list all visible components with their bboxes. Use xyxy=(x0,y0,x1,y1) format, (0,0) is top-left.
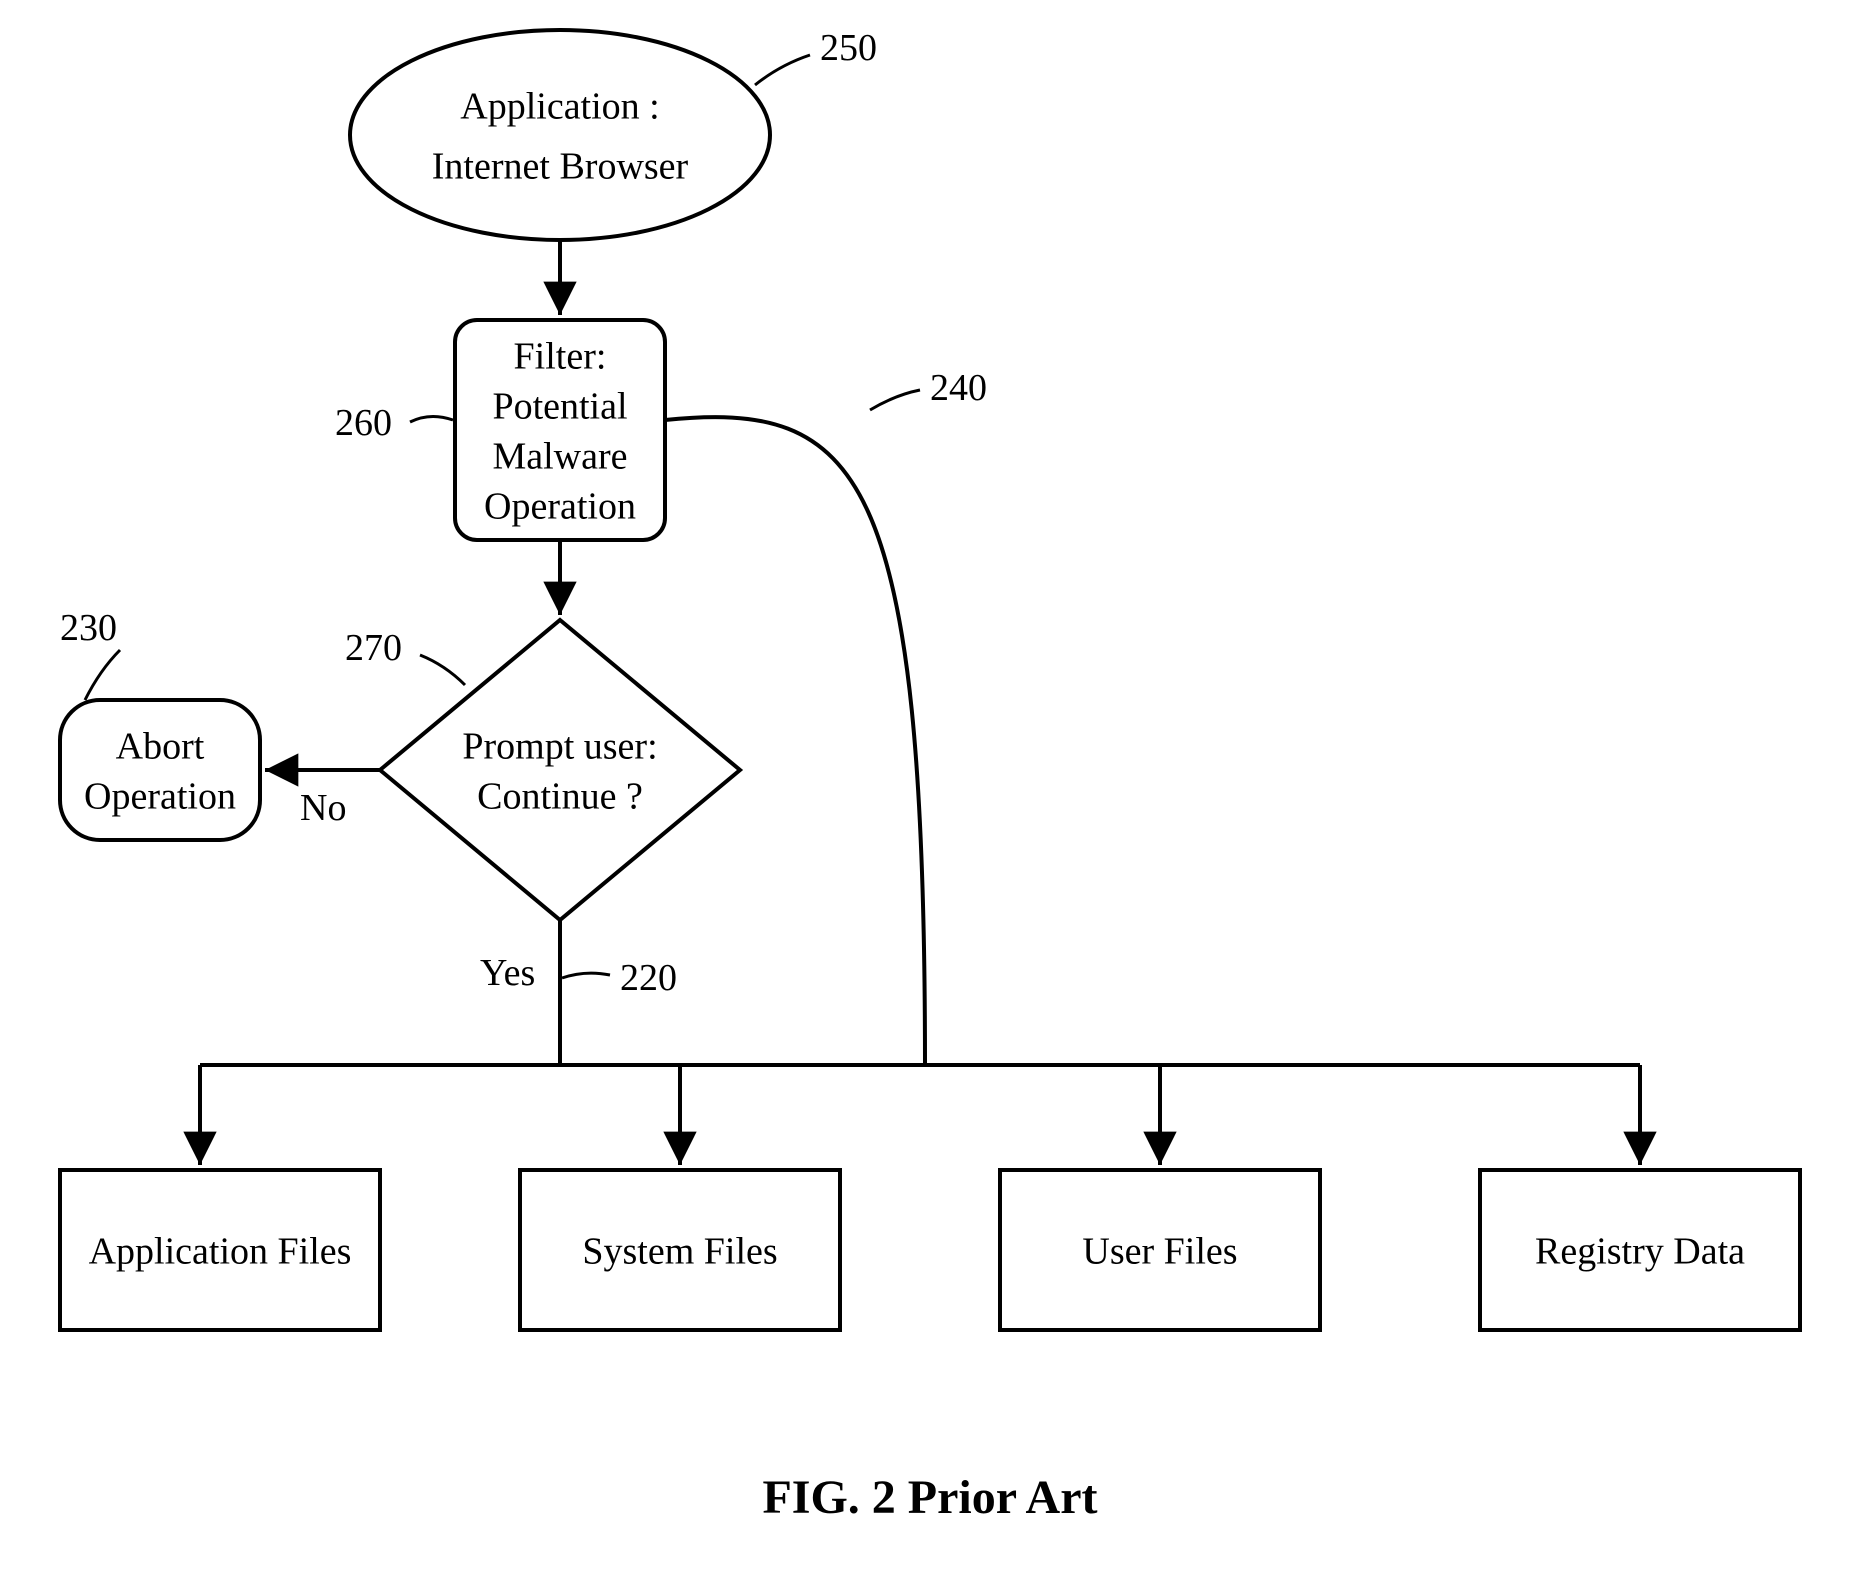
application-line2: Internet Browser xyxy=(432,146,689,188)
node-registry-data: Registry Data xyxy=(1480,1170,1800,1330)
svg-text:230: 230 xyxy=(60,607,117,649)
ref-260: 260 xyxy=(335,402,453,444)
svg-text:270: 270 xyxy=(345,627,402,669)
svg-text:Registry Data: Registry Data xyxy=(1535,1231,1745,1273)
filter-line3: Malware xyxy=(492,436,627,478)
node-decision: Prompt user: Continue ? xyxy=(380,620,740,920)
node-user-files: User Files xyxy=(1000,1170,1320,1330)
ref-250: 250 xyxy=(755,27,877,85)
figure-caption: FIG. 2 Prior Art xyxy=(0,1470,1860,1525)
decision-line2: Continue ? xyxy=(477,776,643,818)
node-filter: Filter: Potential Malware Operation xyxy=(455,320,665,540)
node-application: Application : Internet Browser xyxy=(350,30,770,240)
node-system-files: System Files xyxy=(520,1170,840,1330)
diagram-canvas: Application : Internet Browser 250 Filte… xyxy=(0,0,1860,1577)
svg-text:220: 220 xyxy=(620,957,677,999)
application-line1: Application : xyxy=(460,86,659,128)
filter-line2: Potential xyxy=(492,386,627,428)
ref-230: 230 xyxy=(60,607,120,700)
ref-240: 240 xyxy=(870,367,987,410)
filter-line4: Operation xyxy=(484,486,636,528)
svg-text:240: 240 xyxy=(930,367,987,409)
svg-text:System Files: System Files xyxy=(582,1231,777,1273)
svg-text:Application Files: Application Files xyxy=(89,1231,352,1273)
abort-line2: Operation xyxy=(84,776,236,818)
ref-270: 270 xyxy=(345,627,465,685)
ref-220: 220 xyxy=(562,957,677,999)
node-abort: Abort Operation xyxy=(60,700,260,840)
node-app-files: Application Files xyxy=(60,1170,380,1330)
filter-line1: Filter: xyxy=(514,336,607,378)
label-yes: Yes xyxy=(480,952,535,994)
svg-text:User Files: User Files xyxy=(1082,1231,1237,1273)
svg-text:260: 260 xyxy=(335,402,392,444)
decision-line1: Prompt user: xyxy=(462,726,657,768)
label-no: No xyxy=(300,787,346,829)
svg-text:250: 250 xyxy=(820,27,877,69)
abort-line1: Abort xyxy=(116,726,205,768)
